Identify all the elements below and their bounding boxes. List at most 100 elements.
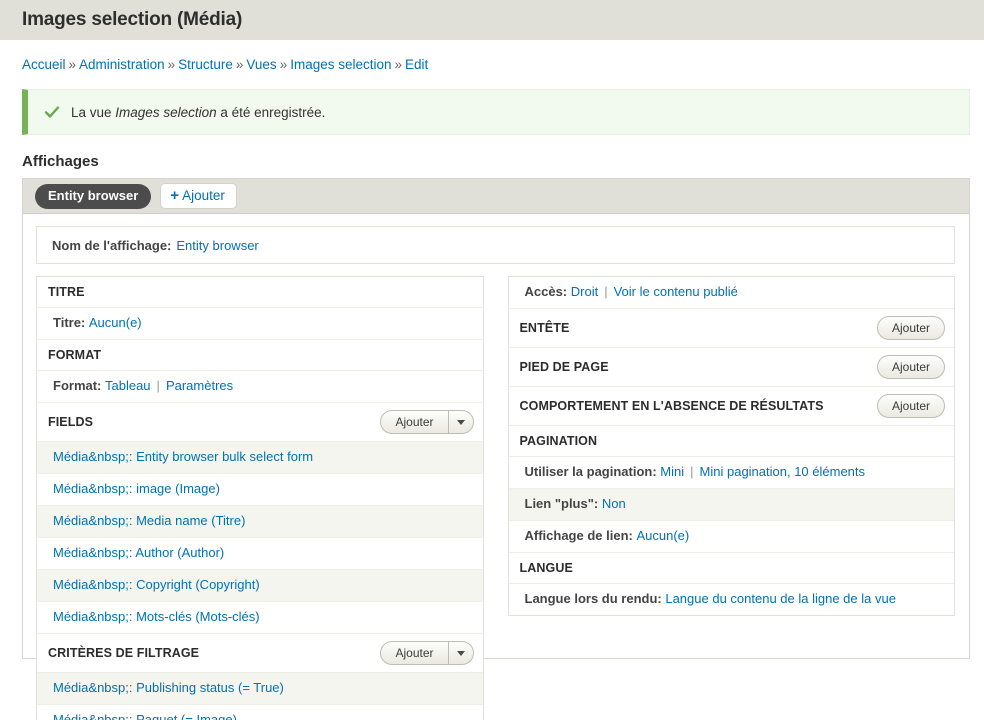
handler-link-fields[interactable]: Média&nbsp;: Copyright (Copyright) (37, 570, 483, 602)
setting-label: Format: (53, 378, 105, 393)
setting-row-langue: Langue lors du rendu: Langue du contenu … (509, 584, 955, 615)
breadcrumb-item-1[interactable]: Accueil (22, 57, 66, 72)
handler-link-fields[interactable]: Média&nbsp;: Mots-clés (Mots-clés) (37, 602, 483, 634)
breadcrumb-separator: » (235, 57, 244, 72)
setting-value[interactable]: Mini (660, 464, 684, 479)
group-header-pagination: PAGINATION (508, 426, 954, 457)
setting-extra-link[interactable]: Voir le contenu publié (614, 284, 738, 299)
check-icon (44, 106, 60, 118)
group-title: PAGINATION (519, 434, 598, 448)
dropdown-toggle[interactable] (447, 642, 473, 664)
group-title: COMPORTEMENT EN L'ABSENCE DE RÉSULTATS (519, 399, 824, 413)
setting-row-pagination: Utiliser la pagination: Mini | Mini pagina… (508, 457, 954, 489)
setting-label: Langue lors du rendu: (524, 591, 666, 606)
breadcrumb: Accueil» Administration» Structure» Vues» Im… (0, 40, 984, 73)
handler-link-fields[interactable]: Média&nbsp;: Entity browser bulk select … (37, 442, 483, 474)
group-title: ENTÊTE (519, 321, 570, 335)
add-button-comportement-en-l-absence-de-resultats[interactable]: Ajouter (876, 394, 945, 418)
setting-label: Accès: (524, 284, 571, 299)
group-title: TITRE (48, 285, 85, 299)
breadcrumb-item-4[interactable]: Vues (246, 57, 276, 72)
status-message-wrapper: La vue Images selection a été enregistré… (0, 73, 984, 135)
button-label: Ajouter (891, 399, 930, 413)
group-title: FORMAT (48, 348, 102, 362)
displays-panel: Entity browser + Ajouter Nom de l'affich… (22, 178, 970, 720)
add-display-label: Ajouter (182, 188, 225, 203)
breadcrumb-item-5[interactable]: Images selection (290, 57, 391, 72)
setting-row-format: Format: Tableau | Paramètres (37, 371, 483, 403)
add-button-pied-de-page[interactable]: Ajouter (876, 355, 945, 379)
add-button-criteres-de-filtrage[interactable]: Ajouter (380, 641, 474, 665)
page-title: Images selection (Média) (22, 9, 243, 30)
status-emphasis: Images selection (115, 104, 217, 120)
group-header-format: FORMAT (37, 340, 483, 371)
chevron-down-icon (456, 419, 465, 425)
setting-value[interactable]: Langue du contenu de la ligne de la vue (665, 591, 896, 606)
group-header-criteres-de-filtrage: CRITÈRES DE FILTRAGE Ajouter (37, 634, 483, 673)
group-header-langue: LANGUE (508, 553, 954, 584)
group-header-comportement-en-l-absence-de-resultats: COMPORTEMENT EN L'ABSENCE DE RÉSULTATS Aj… (508, 387, 954, 426)
chevron-down-icon (456, 650, 465, 656)
breadcrumb-item-6[interactable]: Edit (405, 57, 428, 72)
status-message: La vue Images selection a été enregistré… (22, 89, 970, 135)
setting-value[interactable]: Aucun(e) (89, 315, 142, 330)
display-name-label: Nom de l'affichage: (52, 237, 172, 253)
display-column-left: TITRE Titre: Aucun(e) FORMAT Format: Tablea… (36, 276, 484, 720)
separator: | (156, 378, 160, 393)
display-name-wrapper: Nom de l'affichage: Entity browser (23, 214, 969, 264)
tab-entity-browser[interactable]: Entity browser (35, 183, 152, 209)
handler-link-criteres-de-filtrage[interactable]: Média&nbsp;: Publishing status (= True) (37, 673, 483, 705)
setting-row-pagination: Affichage de lien: Aucun(e) (508, 521, 954, 553)
group-title: FIELDS (48, 415, 94, 429)
add-button-entete[interactable]: Ajouter (876, 316, 945, 340)
page-header: Images selection (Média) (0, 0, 984, 40)
setting-value[interactable]: Tableau (105, 378, 151, 393)
display-tabbar: Entity browser + Ajouter (22, 178, 970, 214)
separator: | (690, 464, 694, 479)
handler-link-criteres-de-filtrage[interactable]: Média&nbsp;: Paquet (= Image) (37, 705, 483, 720)
display-name-row: Nom de l'affichage: Entity browser (36, 226, 955, 264)
button-label: Ajouter (891, 321, 930, 335)
plus-icon: + (170, 186, 180, 204)
breadcrumb-separator: » (279, 57, 288, 72)
setting-extra-link[interactable]: Mini pagination, 10 éléments (700, 464, 866, 479)
breadcrumb-separator: » (167, 57, 176, 72)
setting-row-acces: Accès: Droit | Voir le contenu publié (508, 277, 954, 309)
add-button-fields[interactable]: Ajouter (380, 410, 474, 434)
setting-row-pagination: Lien "plus": Non (508, 489, 954, 521)
breadcrumb-item-2[interactable]: Administration (79, 57, 165, 72)
setting-value[interactable]: Aucun(e) (636, 528, 689, 543)
handler-link-fields[interactable]: Média&nbsp;: Author (Author) (37, 538, 483, 570)
group-header-entete: ENTÊTE Ajouter (508, 309, 954, 348)
display-column-right: Accès: Droit | Voir le contenu publié ENTÊT… (507, 276, 955, 616)
group-title: PIED DE PAGE (519, 360, 609, 374)
status-message-text: La vue Images selection a été enregistré… (71, 105, 325, 120)
setting-row-titre: Titre: Aucun(e) (37, 308, 483, 340)
display-name-value[interactable]: Entity browser (176, 238, 258, 253)
dropdown-toggle[interactable] (447, 411, 473, 433)
group-title: LANGUE (519, 561, 573, 575)
breadcrumb-separator: » (68, 57, 77, 72)
setting-label: Titre: (53, 315, 89, 330)
status-prefix: La vue (71, 104, 116, 120)
button-label: Ajouter (891, 360, 930, 374)
group-header-pied-de-page: PIED DE PAGE Ajouter (508, 348, 954, 387)
setting-value[interactable]: Non (602, 496, 626, 511)
group-header-titre: TITRE (37, 277, 483, 308)
handler-link-fields[interactable]: Média&nbsp;: image (Image) (37, 474, 483, 506)
button-label: Ajouter (395, 646, 434, 660)
handler-link-fields[interactable]: Média&nbsp;: Media name (Titre) (37, 506, 483, 538)
setting-label: Affichage de lien: (524, 528, 637, 543)
add-display-button[interactable]: + Ajouter (160, 183, 237, 209)
display-columns: TITRE Titre: Aucun(e) FORMAT Format: Tablea… (23, 264, 969, 720)
group-header-fields: FIELDS Ajouter (37, 403, 483, 442)
group-title: CRITÈRES DE FILTRAGE (48, 646, 200, 660)
affichages-heading: Affichages (22, 153, 99, 170)
breadcrumb-item-3[interactable]: Structure (178, 57, 233, 72)
status-suffix: a été enregistrée. (216, 104, 326, 120)
setting-extra-link[interactable]: Paramètres (166, 378, 233, 393)
separator: | (604, 284, 608, 299)
setting-value[interactable]: Droit (571, 284, 598, 299)
breadcrumb-separator: » (394, 57, 403, 72)
button-label: Ajouter (395, 415, 434, 429)
